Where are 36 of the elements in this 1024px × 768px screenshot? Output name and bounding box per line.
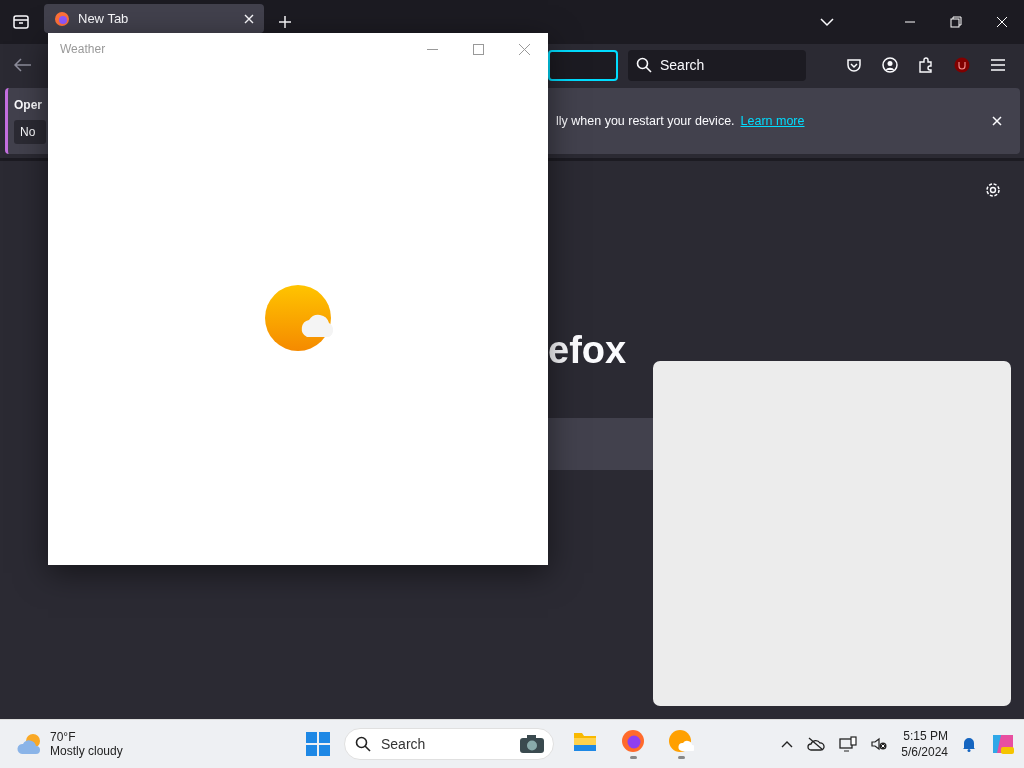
temperature-label: 70°F	[50, 730, 77, 744]
taskbar-search-field[interactable]: Search	[344, 728, 554, 760]
tab-list-icon[interactable]	[12, 13, 30, 31]
camera-icon	[519, 734, 545, 754]
search-field[interactable]: Search	[628, 49, 806, 81]
shield-extension-icon[interactable]	[954, 57, 970, 73]
menu-icon[interactable]	[990, 58, 1006, 72]
clock-date[interactable]: 5/6/2024	[901, 745, 948, 759]
notification-title: Oper	[14, 98, 43, 112]
new-tab-icon[interactable]	[278, 15, 292, 29]
address-field[interactable]	[548, 49, 618, 81]
account-icon[interactable]	[882, 57, 898, 73]
search-icon	[355, 736, 371, 752]
notification-button[interactable]: No	[14, 120, 46, 144]
restore-icon[interactable]	[950, 16, 962, 28]
chevron-down-icon[interactable]	[820, 17, 834, 27]
settings-icon[interactable]	[984, 181, 1002, 199]
cloud-off-icon[interactable]	[807, 737, 826, 751]
maximize-icon[interactable]	[473, 43, 484, 55]
logo-wordmark: efox	[548, 329, 628, 372]
display-icon[interactable]	[839, 736, 858, 752]
weather-condition-label: Mostly cloudy	[50, 744, 123, 758]
chevron-up-icon[interactable]	[781, 740, 794, 748]
browser-tab[interactable]: New Tab	[44, 4, 264, 33]
speaker-muted-icon[interactable]	[871, 737, 888, 751]
search-field[interactable]	[548, 418, 653, 470]
browser-favicon-icon	[54, 10, 70, 27]
clock-time[interactable]: 5:15 PM	[903, 729, 948, 743]
windows-start-icon[interactable]	[306, 732, 330, 756]
back-icon[interactable]	[14, 58, 32, 72]
learn-more-link[interactable]: Learn more	[740, 114, 805, 128]
window-title: Weather	[60, 42, 106, 56]
search-icon	[636, 57, 652, 73]
bell-icon[interactable]	[962, 736, 976, 752]
puzzle-icon[interactable]	[918, 57, 934, 73]
notification-message: lly when you restart your device.	[556, 114, 735, 128]
